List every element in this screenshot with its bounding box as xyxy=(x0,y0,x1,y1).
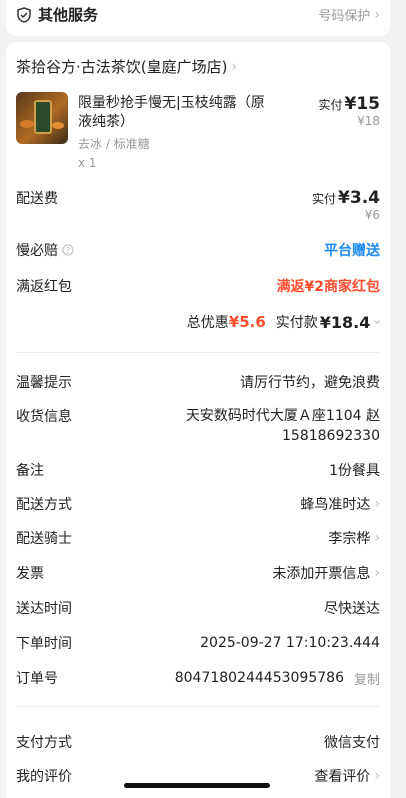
delivery-original-price: ¥6 xyxy=(364,208,380,222)
product-paid-label: 实付 xyxy=(318,98,343,112)
product-title-line2: 液纯茶） xyxy=(78,114,134,130)
delivery-fee-label: 配送费 xyxy=(16,191,58,207)
product-qty: x 1 xyxy=(78,156,97,170)
chevron-right-icon: › xyxy=(231,58,238,75)
divider xyxy=(16,706,380,707)
delivery-fee-value: 实付 ¥3.4 ¥6 xyxy=(312,188,380,222)
help-icon[interactable]: ? xyxy=(62,244,74,256)
review-label: 我的评价 xyxy=(16,769,72,785)
chevron-right-icon: › xyxy=(374,6,380,23)
discount-label: 总优惠 xyxy=(186,315,229,331)
address-line1: 天安数码时代大厦Ａ座1104 赵 xyxy=(185,408,380,424)
divider xyxy=(16,352,380,353)
discount-value: ¥5.6 xyxy=(228,313,266,331)
tip-row: 温馨提示 请厉行节约，避免浪费 xyxy=(16,372,380,392)
total-label: 实付款 xyxy=(275,315,318,331)
product-original-price: ¥18 xyxy=(357,114,380,128)
chevron-down-icon[interactable]: › xyxy=(369,319,385,325)
delivery-method-label: 配送方式 xyxy=(16,497,72,513)
chevron-right-icon: › xyxy=(374,530,380,546)
arrival-time-row: 送达时间 尽快送达 xyxy=(16,598,380,618)
address-phone: 15818692330 xyxy=(282,428,380,444)
slow-guarantee-label: 慢必赔 xyxy=(16,243,58,259)
product-title-line1: 限量秒抢手慢无|玉枝纯露（原 xyxy=(78,95,265,111)
invoice-row[interactable]: 发票 未添加开票信息 › xyxy=(16,563,380,583)
delivery-paid-label: 实付 xyxy=(312,192,337,206)
delivery-method-value: 蜂鸟准时达 xyxy=(300,497,371,513)
product-title: 限量秒抢手慢无|玉枝纯露（原 液纯茶） xyxy=(78,94,278,132)
arrival-time-label: 送达时间 xyxy=(16,601,72,617)
order-number-label: 订单号 xyxy=(16,671,58,687)
shield-check-icon xyxy=(17,6,31,23)
chevron-right-icon: › xyxy=(374,496,380,512)
address-row: 收货信息 天安数码时代大厦Ａ座1104 赵 15818692330 xyxy=(16,406,380,446)
invoice-label: 发票 xyxy=(16,566,44,582)
slow-guarantee-value: 平台赠送 xyxy=(324,243,380,259)
total-row[interactable]: 总优惠 ¥5.6 实付款 ¥18.4 › xyxy=(16,312,385,332)
leaf-decoration xyxy=(52,122,64,129)
product-info[interactable]: 限量秒抢手慢无|玉枝纯露（原 液纯茶） 去冰 / 标准糖 x 1 xyxy=(78,94,278,170)
note-label: 备注 xyxy=(16,463,44,479)
address-label: 收货信息 xyxy=(16,409,72,425)
product-price: 实付 ¥15 ¥18 xyxy=(318,94,380,128)
tea-cup-image xyxy=(34,100,52,134)
store-name: 茶拾谷方·古法茶饮(皇庭广场店) xyxy=(16,58,228,76)
order-time-label: 下单时间 xyxy=(16,636,72,652)
chevron-right-icon: › xyxy=(374,768,380,784)
leaf-decoration xyxy=(20,120,34,128)
note-value: 1份餐具 xyxy=(329,463,380,479)
tip-value: 请厉行节约，避免浪费 xyxy=(240,375,380,391)
home-indicator[interactable] xyxy=(124,783,270,788)
order-time-value: 2025-09-27 17:10:23.444 xyxy=(200,635,380,651)
svg-text:?: ? xyxy=(66,246,70,255)
order-number-row: 订单号 8047180244453095786 复制 xyxy=(16,668,380,688)
arrival-time-value: 尽快送达 xyxy=(324,601,380,617)
pay-method-label: 支付方式 xyxy=(16,735,72,751)
number-protection-label: 号码保护 xyxy=(318,9,371,24)
review-value: 查看评价 xyxy=(314,769,371,785)
order-number-value: 8047180244453095786 xyxy=(174,670,344,686)
pay-method-row: 支付方式 微信支付 xyxy=(16,732,380,752)
store-row[interactable]: 茶拾谷方·古法茶饮(皇庭广场店) › xyxy=(16,56,380,77)
invoice-value: 未添加开票信息 xyxy=(272,566,371,582)
other-services-row[interactable]: 其他服务 号码保护 › xyxy=(16,4,380,25)
note-row: 备注 1份餐具 xyxy=(16,460,380,480)
copy-button[interactable]: 复制 xyxy=(354,669,380,688)
product-options: 去冰 / 标准糖 xyxy=(78,137,150,151)
delivery-method-row[interactable]: 配送方式 蜂鸟准时达 › xyxy=(16,494,380,514)
red-packet-value: 满返¥2商家红包 xyxy=(276,279,380,295)
delivery-fee-row: 配送费 实付 ¥3.4 ¥6 xyxy=(16,188,380,222)
other-services-card: 其他服务 号码保护 › xyxy=(6,0,390,36)
delivery-paid-price: ¥3.4 xyxy=(338,188,380,208)
total-value: ¥18.4 xyxy=(319,312,371,332)
rider-label: 配送骑士 xyxy=(16,531,72,547)
order-detail-card: 茶拾谷方·古法茶饮(皇庭广场店) › 限量秒抢手慢无|玉枝纯露（原 液纯茶） 去… xyxy=(6,42,390,798)
rider-value: 李宗桦 xyxy=(328,531,371,547)
pay-method-value: 微信支付 xyxy=(324,735,380,751)
chevron-right-icon: › xyxy=(374,565,380,581)
number-protection-link[interactable]: 号码保护 › xyxy=(318,5,380,25)
slow-guarantee-row[interactable]: 慢必赔 ? 平台赠送 xyxy=(16,240,380,260)
address-value: 天安数码时代大厦Ａ座1104 赵 15818692330 xyxy=(186,406,380,446)
tip-label: 温馨提示 xyxy=(16,375,72,391)
order-time-row: 下单时间 2025-09-27 17:10:23.444 xyxy=(16,633,380,653)
product-paid-price: ¥15 xyxy=(344,94,381,114)
other-services-title: 其他服务 xyxy=(38,6,99,24)
rider-row[interactable]: 配送骑士 李宗桦 › xyxy=(16,528,380,548)
red-packet-label: 满返红包 xyxy=(16,279,72,295)
product-image[interactable] xyxy=(16,92,68,144)
red-packet-row: 满返红包 满返¥2商家红包 xyxy=(16,276,380,296)
